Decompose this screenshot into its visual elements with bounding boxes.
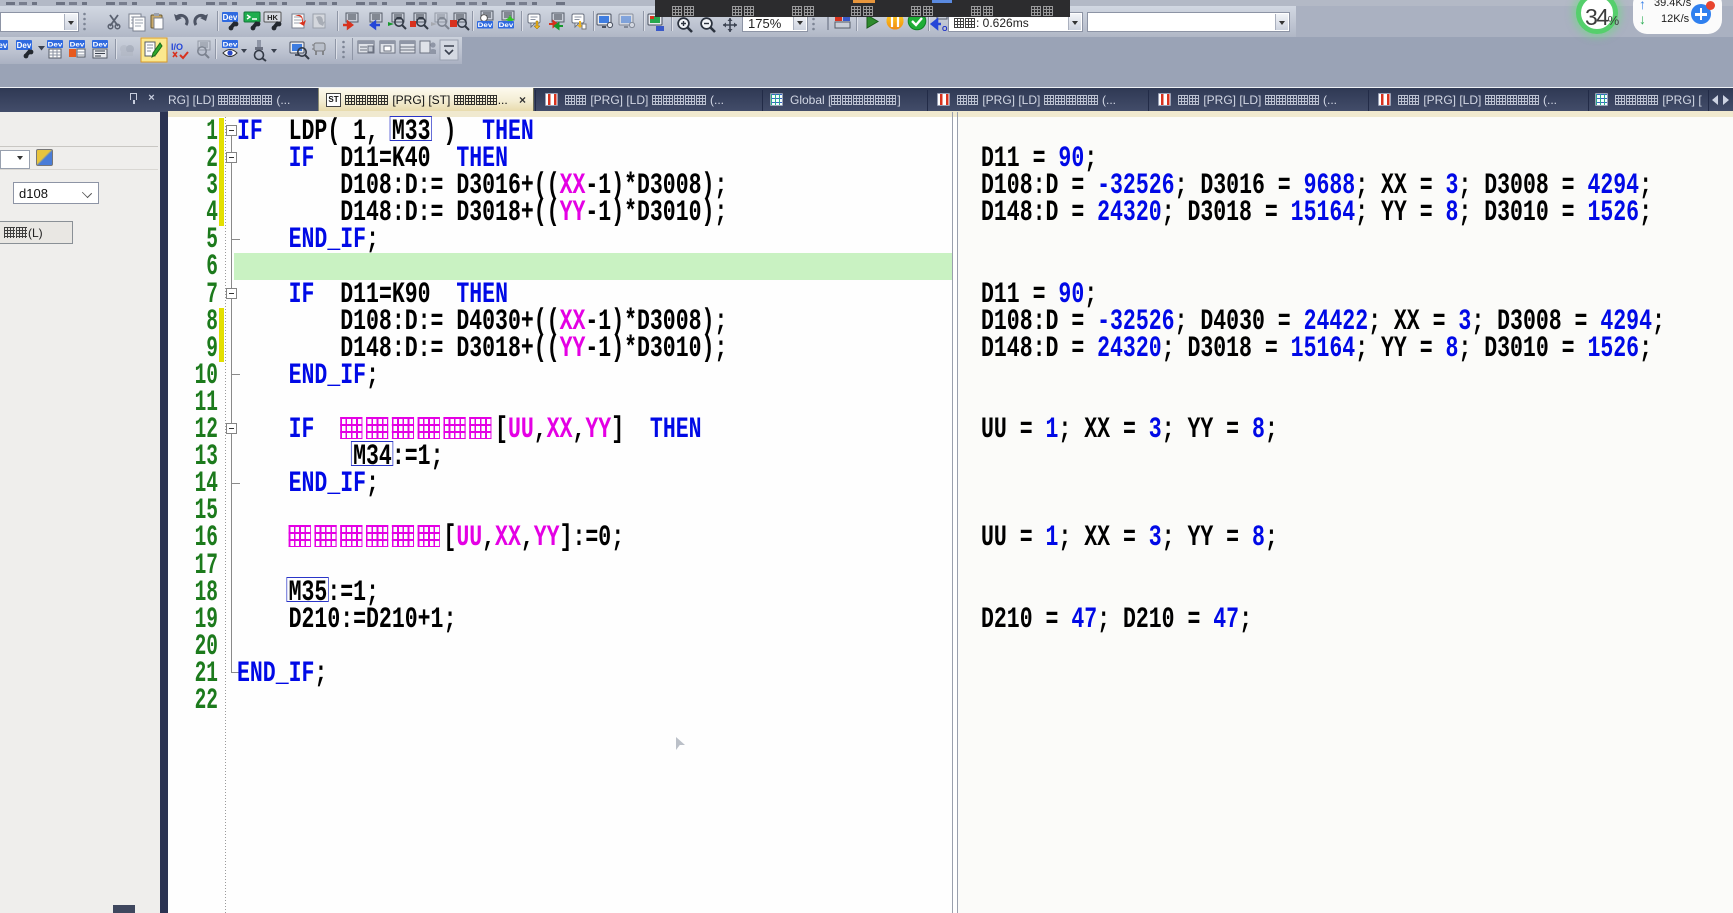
svg-text:I/O: I/O xyxy=(171,42,183,52)
svg-text:HK: HK xyxy=(267,13,278,22)
